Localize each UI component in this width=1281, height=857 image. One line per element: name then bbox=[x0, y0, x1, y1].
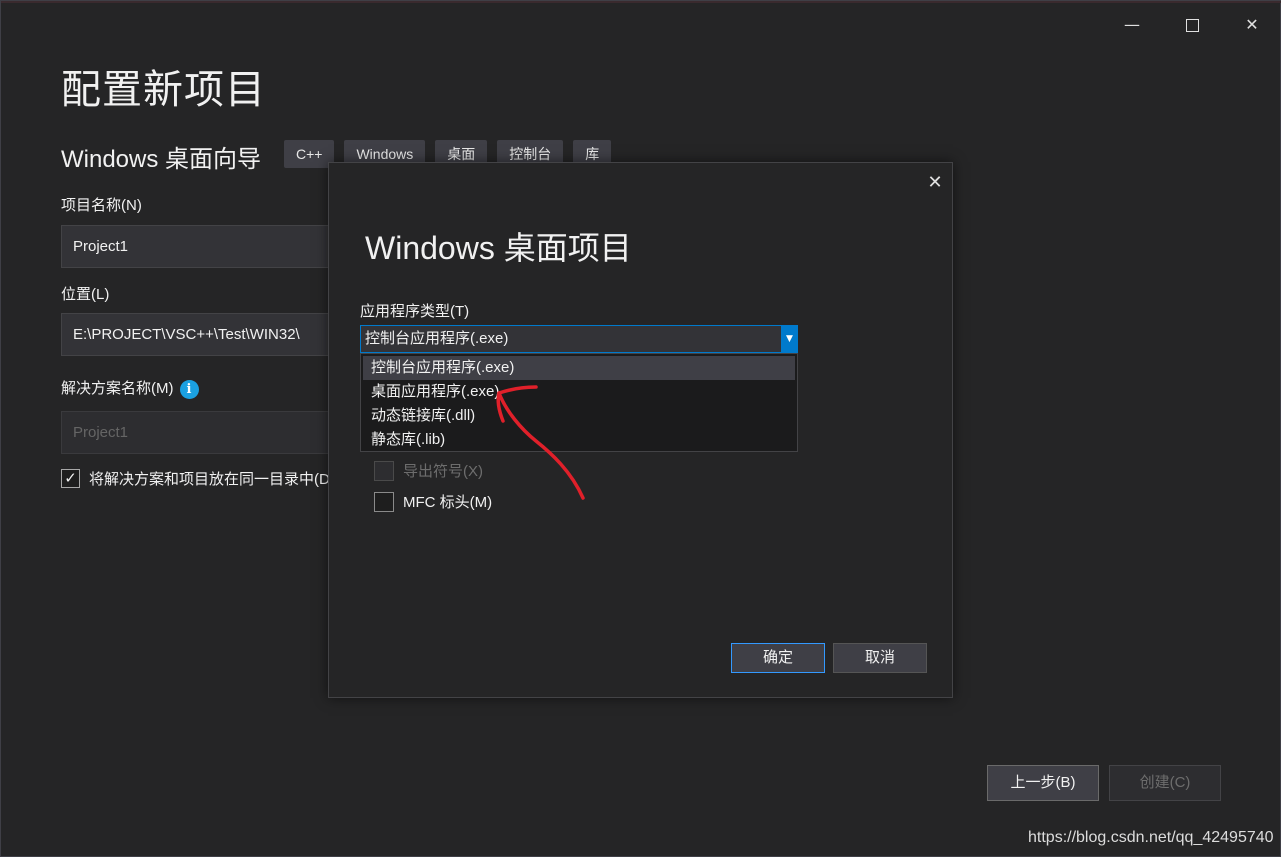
option-console-app[interactable]: 控制台应用程序(.exe) bbox=[363, 356, 795, 380]
ok-button[interactable]: 确定 bbox=[731, 643, 825, 673]
chevron-down-icon[interactable]: ▼ bbox=[781, 325, 798, 353]
mfc-headers-label: MFC 标头(M) bbox=[403, 494, 493, 511]
create-button[interactable]: 创建(C) bbox=[1109, 765, 1221, 801]
location-label: 位置(L) bbox=[61, 286, 110, 303]
watermark-text: https://blog.csdn.net/qq_42495740 bbox=[1028, 829, 1274, 846]
close-icon: ✕ bbox=[927, 172, 943, 193]
maximize-button[interactable] bbox=[1177, 11, 1207, 39]
solution-name-input[interactable]: Project1 bbox=[61, 411, 341, 454]
solution-name-label: 解决方案名称(M) bbox=[61, 380, 174, 397]
location-input[interactable]: E:\PROJECT\VSC++\Test\WIN32\ bbox=[61, 313, 341, 356]
export-symbols-label: 导出符号(X) bbox=[403, 463, 483, 480]
back-button[interactable]: 上一步(B) bbox=[987, 765, 1099, 801]
solution-name-label-row: 解决方案名称(M) i bbox=[61, 377, 199, 399]
option-desktop-app[interactable]: 桌面应用程序(.exe) bbox=[363, 380, 795, 404]
mfc-headers-checkbox[interactable] bbox=[374, 491, 394, 512]
title-bar-strip bbox=[1, 1, 1281, 3]
app-type-combobox[interactable]: 控制台应用程序(.exe) ▼ bbox=[360, 325, 798, 353]
same-directory-checkbox[interactable]: ✓ bbox=[61, 469, 80, 488]
export-symbols-checkbox[interactable] bbox=[374, 460, 394, 481]
export-symbols-option[interactable]: 导出符号(X) bbox=[374, 460, 483, 481]
same-directory-option[interactable]: ✓ 将解决方案和项目放在同一目录中(D bbox=[61, 468, 330, 489]
cancel-button[interactable]: 取消 bbox=[833, 643, 927, 673]
dialog-title: Windows 桌面项目 bbox=[365, 230, 632, 266]
project-name-label: 项目名称(N) bbox=[61, 197, 142, 214]
mfc-headers-option[interactable]: MFC 标头(M) bbox=[374, 491, 492, 512]
minimize-icon: — bbox=[1124, 15, 1140, 34]
project-name-input[interactable]: Project1 bbox=[61, 225, 341, 268]
template-name: Windows 桌面向导 bbox=[61, 146, 262, 173]
configure-project-window: — ✕ 配置新项目 Windows 桌面向导 C++ Windows 桌面 控制… bbox=[0, 0, 1281, 857]
minimize-button[interactable]: — bbox=[1117, 11, 1147, 39]
option-dll[interactable]: 动态链接库(.dll) bbox=[363, 404, 795, 428]
maximize-icon bbox=[1185, 19, 1199, 32]
app-type-label: 应用程序类型(T) bbox=[360, 303, 470, 320]
close-icon: ✕ bbox=[1245, 15, 1259, 34]
dialog-close-button[interactable]: ✕ bbox=[925, 173, 945, 193]
close-window-button[interactable]: ✕ bbox=[1237, 11, 1267, 39]
app-type-dropdown: 控制台应用程序(.exe) 桌面应用程序(.exe) 动态链接库(.dll) 静… bbox=[360, 353, 798, 452]
page-title: 配置新项目 bbox=[61, 68, 266, 112]
app-type-selected: 控制台应用程序(.exe) bbox=[365, 330, 509, 347]
tag-cpp: C++ bbox=[284, 140, 335, 168]
desktop-project-dialog: ✕ Windows 桌面项目 应用程序类型(T) 控制台应用程序(.exe) ▼… bbox=[328, 162, 953, 698]
option-static-lib[interactable]: 静态库(.lib) bbox=[363, 428, 795, 452]
info-icon[interactable]: i bbox=[179, 379, 199, 399]
same-directory-label: 将解决方案和项目放在同一目录中(D bbox=[89, 471, 330, 488]
